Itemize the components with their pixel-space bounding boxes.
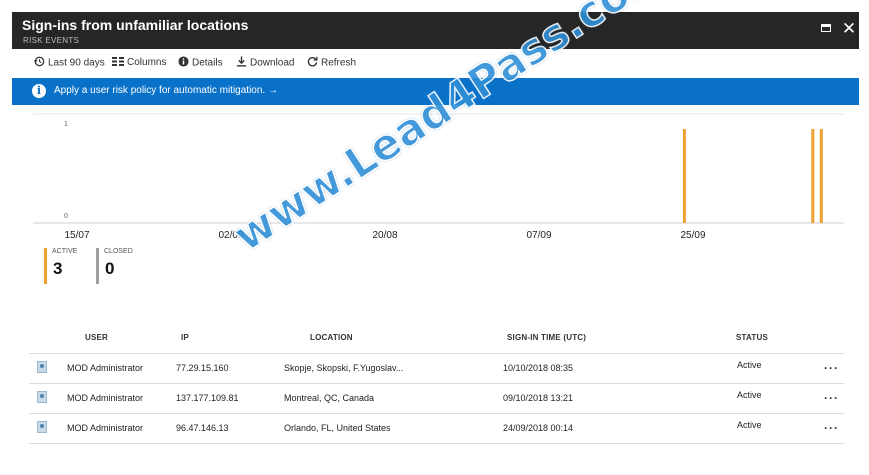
more-actions-icon[interactable]: ···	[824, 391, 839, 405]
chart-bar[interactable]	[682, 129, 686, 223]
table-row[interactable]: MOD Administrator 77.29.15.160 Skopje, S…	[29, 354, 844, 384]
download-icon	[236, 56, 247, 70]
cell-sign-in-time: 09/10/2018 13:21	[503, 393, 574, 403]
cell-ip: 77.29.15.160	[176, 363, 229, 373]
active-label: ACTIVE	[52, 248, 78, 255]
cell-sign-in-time: 24/09/2018 00:14	[503, 423, 574, 433]
x-tick-label: 20/08	[372, 230, 398, 241]
closed-label: CLOSED	[104, 248, 133, 255]
table-row[interactable]: MOD Administrator 96.47.146.13 Orlando, …	[29, 414, 844, 444]
blade-title: Sign-ins from unfamiliar locations	[22, 17, 249, 33]
y-tick-label: 1	[64, 121, 68, 128]
more-actions-icon[interactable]: ···	[824, 361, 839, 375]
column-header-status[interactable]: STATUS	[736, 333, 768, 342]
time-range-label: Last 90 days	[48, 57, 105, 69]
close-icon[interactable]: ✕	[840, 20, 858, 38]
cell-sign-in-time: 10/10/2018 08:35	[503, 363, 574, 373]
cell-ip: 137.177.109.81	[176, 393, 239, 403]
chart-bars	[682, 129, 823, 223]
user-avatar-icon	[37, 391, 47, 403]
column-header-location[interactable]: LOCATION	[310, 333, 353, 342]
cell-user: MOD Administrator	[67, 363, 144, 373]
active-count: 3	[53, 259, 63, 278]
x-tick-label: 15/07	[64, 230, 90, 241]
info-icon	[178, 56, 189, 70]
toolbar: Last 90 days Columns Details Download Re…	[12, 53, 859, 75]
info-icon: i	[32, 84, 46, 98]
columns-label: Columns	[127, 57, 167, 68]
more-actions-icon[interactable]: ···	[824, 421, 839, 435]
x-tick-label: 07/09	[526, 230, 552, 241]
refresh-label: Refresh	[321, 57, 357, 69]
user-avatar-icon	[37, 361, 47, 373]
x-tick-label: 02/08	[218, 230, 244, 241]
closed-count: 0	[105, 259, 115, 278]
column-header-user[interactable]: USER	[85, 333, 108, 342]
banner-message[interactable]: Apply a user risk policy for automatic m…	[54, 85, 278, 96]
closed-indicator-bar	[96, 248, 99, 284]
details-label: Details	[192, 57, 223, 69]
refresh-button[interactable]: Refresh	[307, 56, 356, 72]
cell-ip: 96.47.146.13	[176, 423, 229, 433]
download-label: Download	[250, 57, 295, 69]
risk-events-table: USER IP LOCATION SIGN-IN TIME (UTC) STAT…	[29, 327, 844, 444]
cell-user: MOD Administrator	[67, 423, 144, 433]
chart-bar[interactable]	[819, 129, 823, 223]
download-button[interactable]: Download	[236, 56, 294, 72]
chart-bar[interactable]	[811, 129, 815, 223]
details-button[interactable]: Details	[178, 56, 223, 72]
cell-location: Orlando, FL, United States	[284, 423, 391, 433]
time-range-button[interactable]: Last 90 days	[34, 56, 105, 72]
cell-status: Active	[737, 360, 762, 370]
user-avatar-icon	[37, 421, 47, 433]
cell-user: MOD Administrator	[67, 393, 144, 403]
active-summary-tile[interactable]: ACTIVE 3	[44, 248, 89, 284]
info-banner[interactable]: i Apply a user risk policy for automatic…	[12, 78, 859, 105]
table-header: USER IP LOCATION SIGN-IN TIME (UTC) STAT…	[29, 327, 844, 354]
columns-icon	[112, 56, 124, 69]
maximize-icon[interactable]	[818, 20, 836, 38]
refresh-icon	[307, 56, 318, 70]
cell-status: Active	[737, 420, 762, 430]
history-icon	[34, 56, 45, 70]
closed-summary-tile[interactable]: CLOSED 0	[96, 248, 141, 284]
blade-subtitle: RISK EVENTS	[23, 36, 80, 45]
column-header-sign-in-time[interactable]: SIGN-IN TIME (UTC)	[507, 333, 586, 342]
table-row[interactable]: MOD Administrator 137.177.109.81 Montrea…	[29, 384, 844, 414]
column-header-ip[interactable]: IP	[181, 333, 189, 342]
blade-header: Sign-ins from unfamiliar locations RISK …	[12, 12, 859, 49]
cell-location: Skopje, Skopski, F.Yugoslav...	[284, 363, 404, 373]
chart-plot	[33, 113, 844, 224]
risk-events-chart: 1 0 15/07 02/08 20/08 07/09 25/09	[0, 105, 869, 245]
cell-status: Active	[737, 390, 762, 400]
x-tick-label: 25/09	[680, 230, 706, 241]
active-indicator-bar	[44, 248, 47, 284]
y-tick-label: 0	[64, 213, 68, 220]
cell-location: Montreal, QC, Canada	[284, 393, 375, 403]
columns-button[interactable]: Columns	[112, 56, 166, 72]
